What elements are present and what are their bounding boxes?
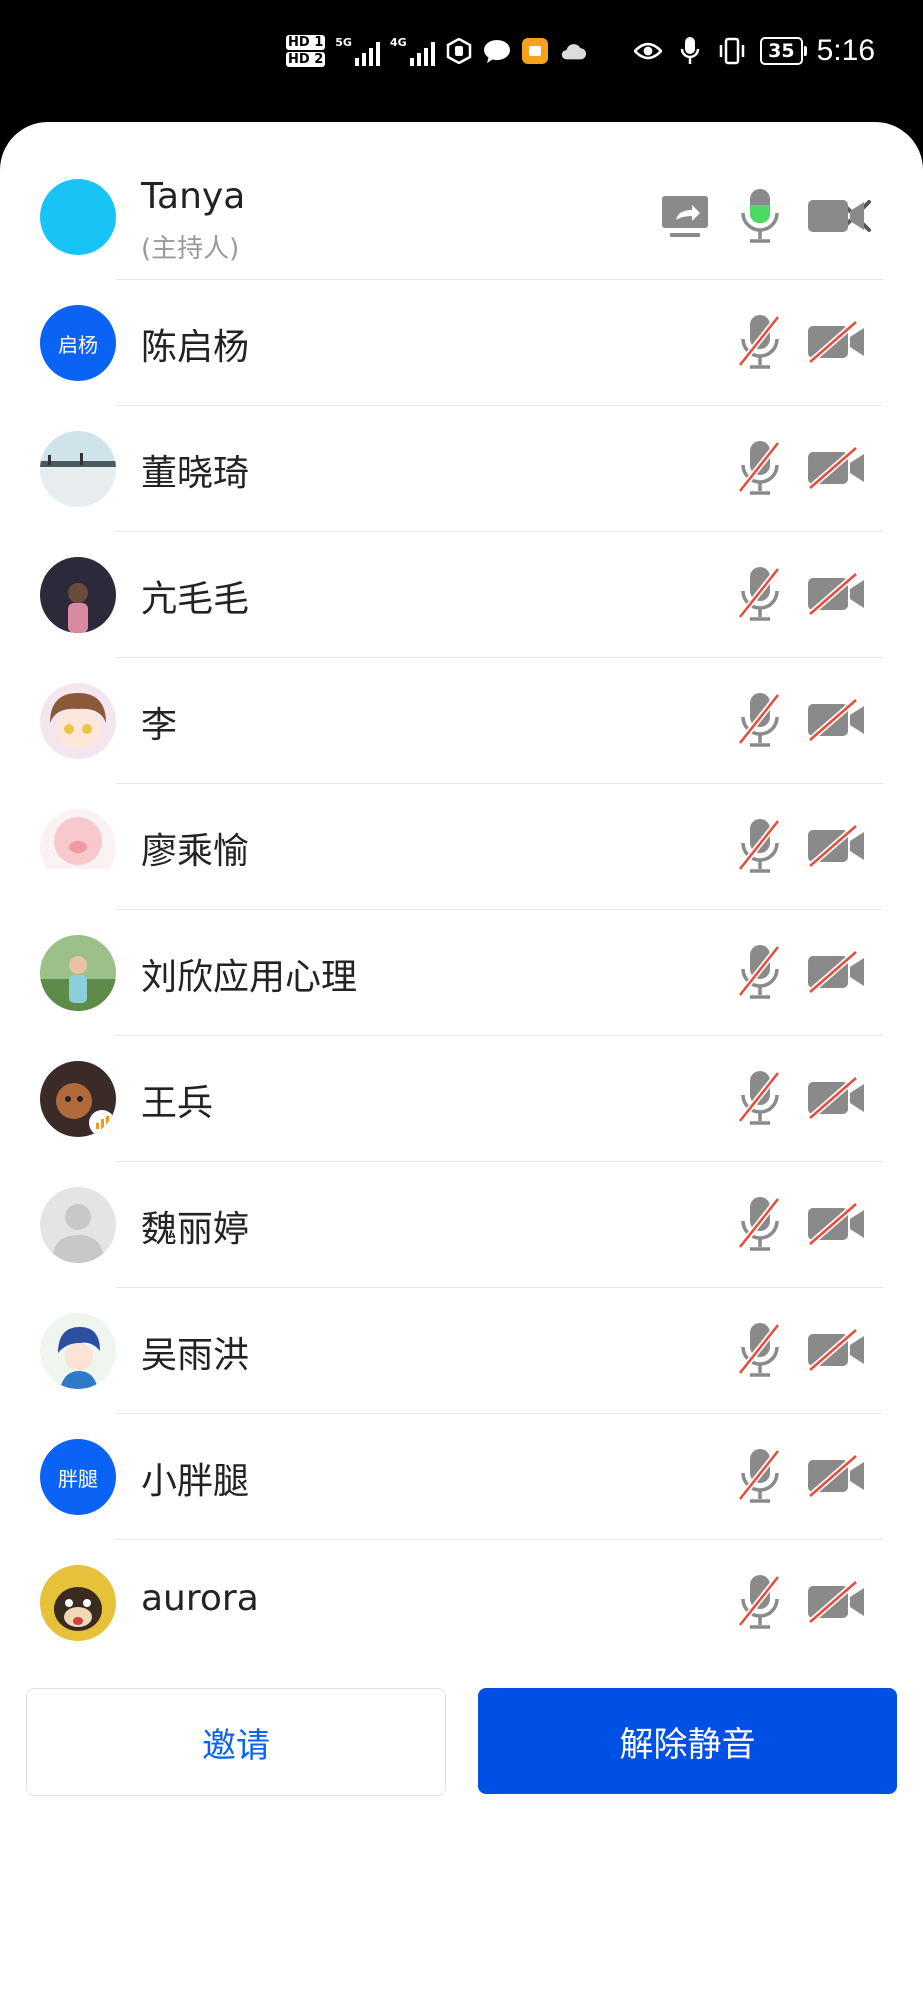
microphone-muted-icon[interactable] bbox=[737, 1321, 782, 1379]
avatar bbox=[40, 1565, 116, 1641]
signal-5g-icon: 5G bbox=[335, 36, 380, 66]
participant-row[interactable]: 廖乘愉 bbox=[0, 784, 923, 910]
microphone-muted-icon[interactable] bbox=[737, 943, 782, 1001]
participant-list: Tanya (主持人) 启杨 陈启杨 董晓琦 亢毛毛 李 廖乘愉 刘欣应用心理 … bbox=[0, 154, 923, 1666]
camera-off-icon[interactable] bbox=[806, 1327, 866, 1373]
microphone-muted-icon[interactable] bbox=[737, 691, 782, 749]
camera-off-icon[interactable] bbox=[806, 1453, 866, 1499]
hand-icon bbox=[445, 37, 473, 65]
microphone-muted-icon[interactable] bbox=[737, 439, 782, 497]
microphone-muted-icon[interactable] bbox=[737, 817, 782, 875]
avatar bbox=[40, 1313, 116, 1389]
camera-off-icon[interactable] bbox=[806, 1201, 866, 1247]
invite-button[interactable]: 邀请 bbox=[26, 1688, 446, 1796]
participant-name: 董晓琦 bbox=[141, 453, 250, 494]
camera-off-icon[interactable] bbox=[806, 571, 866, 617]
participant-name: 王兵 bbox=[141, 1083, 214, 1124]
signal-4g-icon: 4G bbox=[390, 36, 435, 66]
participant-row[interactable]: 吴雨洪 bbox=[0, 1288, 923, 1414]
participant-name: 李 bbox=[141, 705, 178, 746]
avatar: 胖腿 bbox=[40, 1439, 116, 1515]
battery-indicator: 35 bbox=[760, 37, 808, 65]
camera-off-icon[interactable] bbox=[806, 445, 866, 491]
app-icon bbox=[521, 37, 549, 65]
participant-row[interactable]: 魏丽婷 bbox=[0, 1162, 923, 1288]
participant-row[interactable]: 董晓琦 bbox=[0, 406, 923, 532]
camera-off-icon[interactable] bbox=[806, 949, 866, 995]
vibrate-icon bbox=[718, 37, 746, 65]
microphone-muted-icon[interactable] bbox=[737, 1447, 782, 1505]
microphone-status-icon bbox=[676, 37, 704, 65]
microphone-muted-icon[interactable] bbox=[737, 1573, 782, 1631]
hd1-label: HD 1 bbox=[286, 35, 326, 50]
avatar bbox=[40, 1061, 116, 1137]
host-role-label: (主持人) bbox=[141, 234, 240, 264]
microphone-muted-icon[interactable] bbox=[737, 1069, 782, 1127]
participant-name: 刘欣应用心理 bbox=[141, 957, 358, 998]
participant-row[interactable]: 王兵 bbox=[0, 1036, 923, 1162]
avatar bbox=[40, 431, 116, 507]
avatar bbox=[40, 935, 116, 1011]
avatar bbox=[40, 557, 116, 633]
camera-off-icon[interactable] bbox=[806, 697, 866, 743]
camera-on-icon[interactable] bbox=[806, 194, 866, 238]
camera-off-icon[interactable] bbox=[806, 319, 866, 365]
participant-name: 魏丽婷 bbox=[141, 1209, 250, 1250]
screen-share-icon[interactable] bbox=[660, 194, 710, 240]
avatar bbox=[40, 1187, 116, 1263]
participant-name: 陈启杨 bbox=[141, 327, 250, 368]
participant-name: 小胖腿 bbox=[141, 1461, 250, 1502]
chat-icon bbox=[483, 37, 511, 65]
hd-indicator: HD 1 HD 2 bbox=[286, 34, 326, 68]
participant-row[interactable]: 胖腿 小胖腿 bbox=[0, 1414, 923, 1540]
hd2-label: HD 2 bbox=[286, 52, 326, 67]
avatar bbox=[40, 683, 116, 759]
clock: 5:16 bbox=[816, 34, 875, 67]
microphone-on-icon[interactable] bbox=[738, 187, 782, 245]
participant-name: 吴雨洪 bbox=[141, 1335, 250, 1376]
camera-off-icon[interactable] bbox=[806, 1075, 866, 1121]
avatar bbox=[40, 809, 116, 885]
participant-row[interactable]: 刘欣应用心理 bbox=[0, 910, 923, 1036]
participant-row[interactable]: 李 bbox=[0, 658, 923, 784]
camera-off-icon[interactable] bbox=[806, 823, 866, 869]
eye-icon bbox=[634, 37, 663, 65]
unmute-button[interactable]: 解除静音 bbox=[478, 1688, 897, 1794]
microphone-muted-icon[interactable] bbox=[737, 313, 782, 371]
participant-row[interactable]: aurora bbox=[0, 1540, 923, 1666]
status-right: 35 5:16 bbox=[634, 26, 875, 76]
participant-name: 廖乘愉 bbox=[141, 831, 250, 872]
participant-name: aurora bbox=[141, 1578, 259, 1619]
microphone-muted-icon[interactable] bbox=[737, 565, 782, 623]
avatar: 启杨 bbox=[40, 305, 116, 381]
camera-off-icon[interactable] bbox=[806, 1579, 866, 1625]
microphone-muted-icon[interactable] bbox=[737, 1195, 782, 1253]
participant-name: 亢毛毛 bbox=[141, 579, 250, 620]
status-bar: HD 1 HD 2 5G 4G 35 5:16 bbox=[0, 0, 923, 120]
participant-name: Tanya bbox=[141, 176, 246, 217]
participant-row[interactable]: 启杨 陈启杨 bbox=[0, 280, 923, 406]
participant-row[interactable]: Tanya (主持人) bbox=[0, 154, 923, 280]
cloud-icon bbox=[559, 37, 587, 65]
participant-row[interactable]: 亢毛毛 bbox=[0, 532, 923, 658]
status-left: HD 1 HD 2 5G 4G bbox=[286, 26, 587, 76]
avatar bbox=[40, 179, 116, 255]
